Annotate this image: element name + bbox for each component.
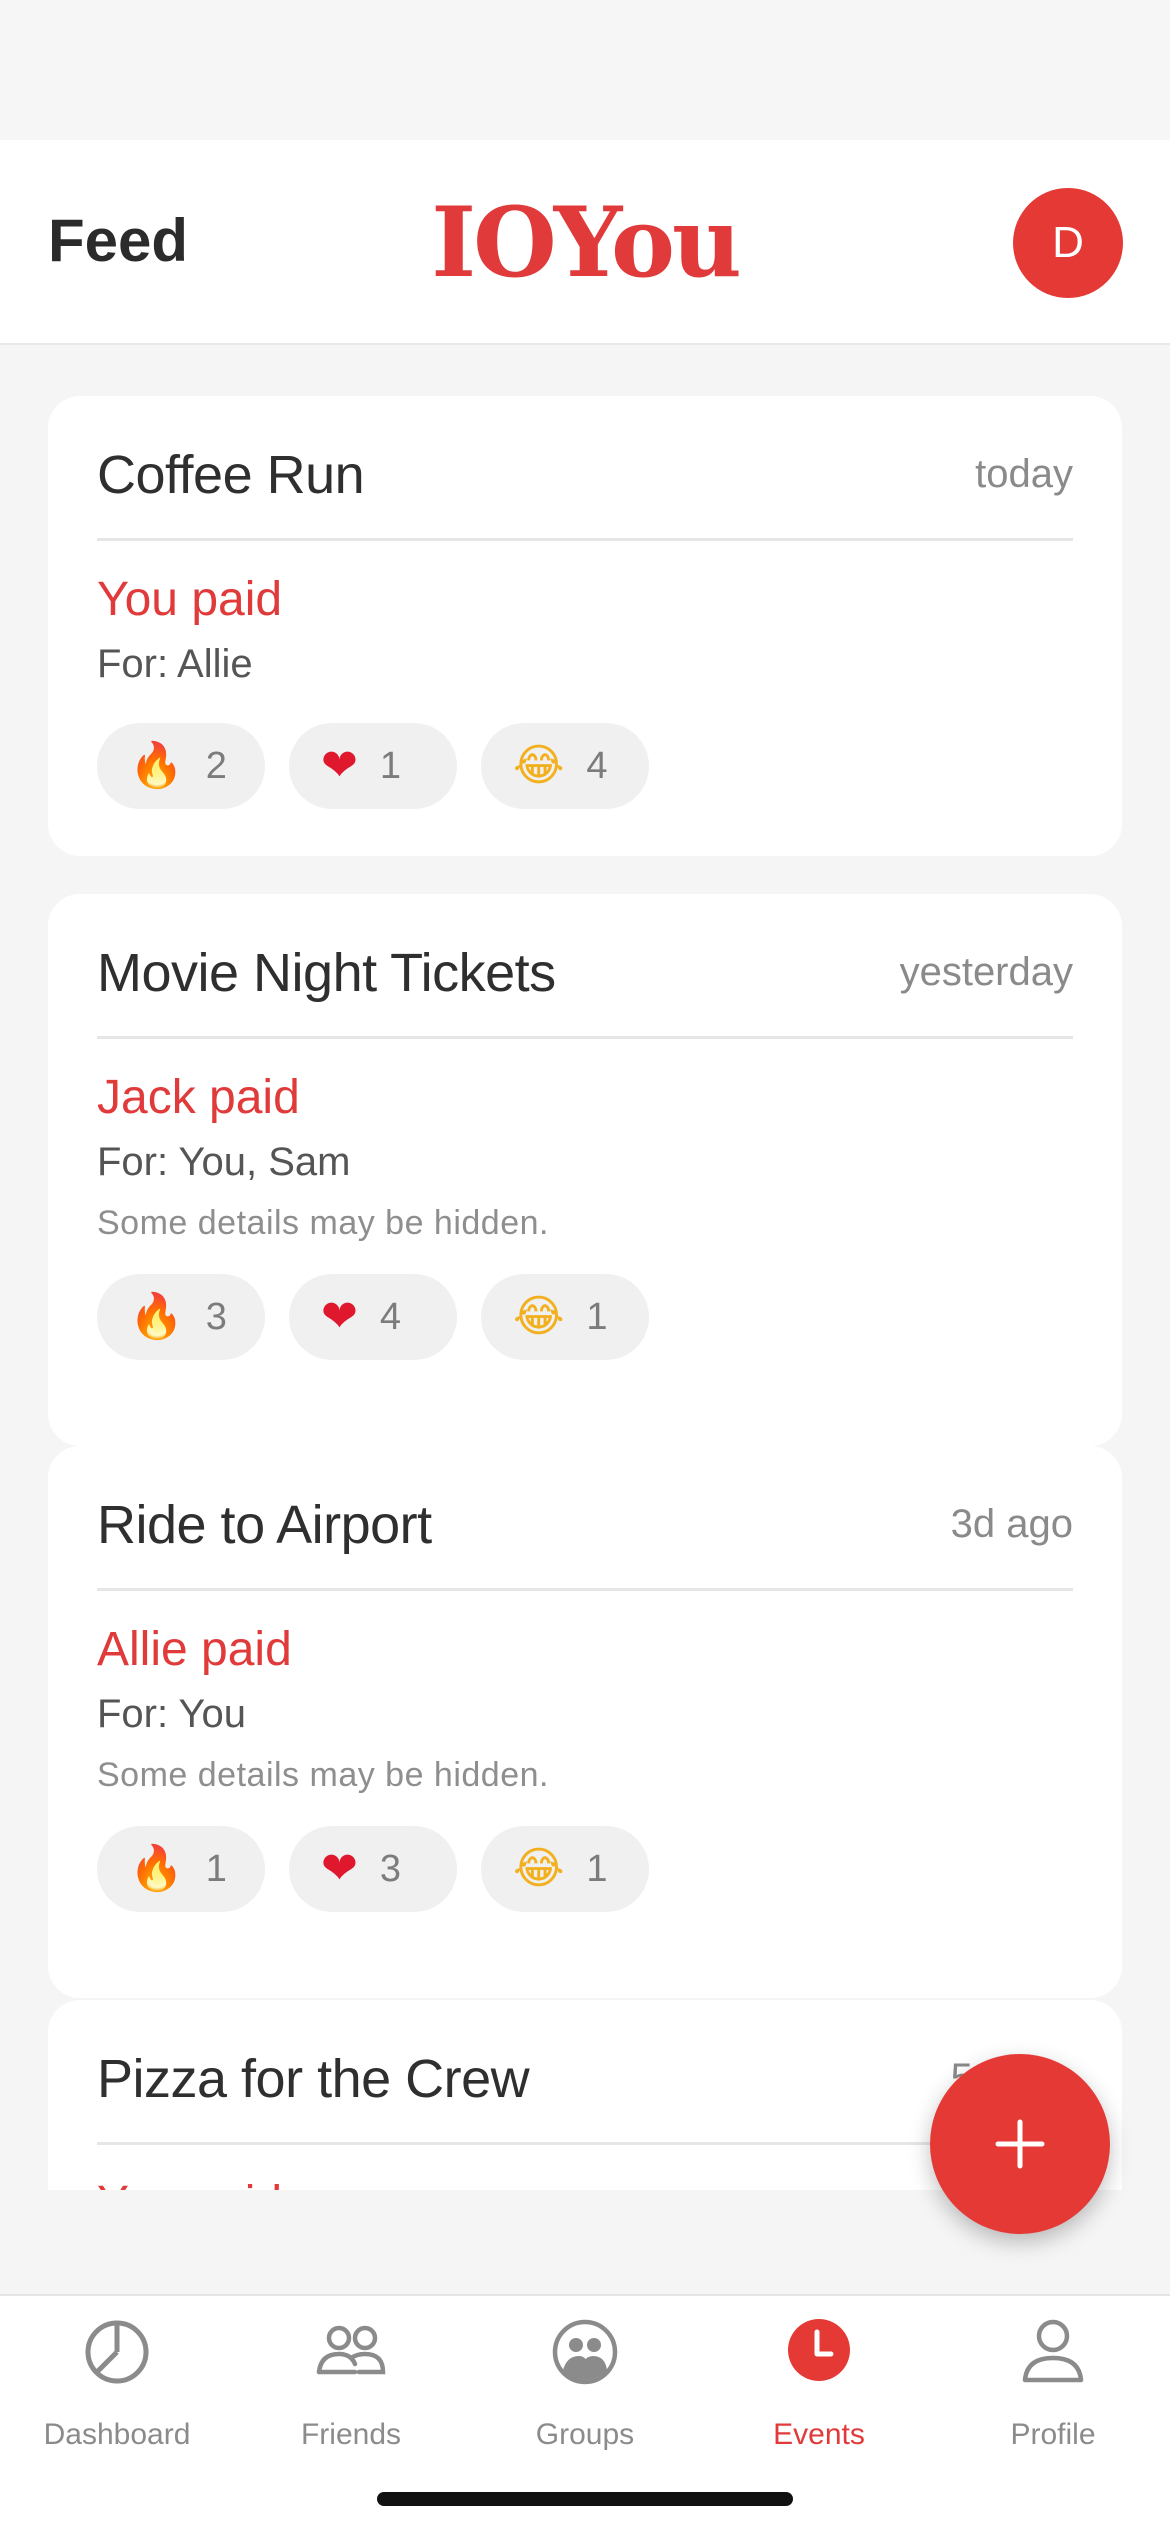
reaction-count: 4: [586, 744, 608, 787]
reaction-count: 1: [379, 744, 402, 787]
event-card[interactable]: Movie Night Tickets yesterday Jack paid …: [48, 894, 1122, 1446]
event-participants: For: You, Sam: [97, 1140, 351, 1184]
reaction-heart-button[interactable]: ❤ 3: [289, 1826, 457, 1912]
tab-dashboard[interactable]: Dashboard: [0, 2314, 234, 2464]
tab-label: Dashboard: [43, 2418, 191, 2451]
privacy-note: Some details may be hidden.: [97, 1756, 549, 1794]
app-logo: IOYou: [431, 186, 742, 299]
tab-label: Events: [773, 2418, 865, 2451]
tab-friends[interactable]: Friends: [234, 2314, 468, 2464]
app-header: Feed IOYou D: [0, 140, 1170, 345]
card-divider: [97, 1588, 1073, 1591]
reaction-laugh-button[interactable]: 😂 1: [481, 1826, 649, 1912]
tab-events[interactable]: Events: [702, 2314, 936, 2464]
event-time: today: [975, 452, 1073, 496]
laughing-emoji-icon: 😂: [513, 740, 565, 791]
reaction-count: 3: [379, 1847, 402, 1890]
event-feed[interactable]: Coffee Run today You paid For: Allie 🔥 2…: [0, 345, 1170, 2190]
laughing-emoji-icon: 😂: [513, 1291, 565, 1342]
add-event-button[interactable]: [930, 2054, 1110, 2234]
privacy-note: Some details may be hidden.: [97, 1204, 549, 1242]
event-title: Pizza for the Crew: [97, 2049, 530, 2109]
card-divider: [97, 2142, 1073, 2145]
event-title: Ride to Airport: [97, 1495, 432, 1555]
event-time: yesterday: [899, 950, 1073, 994]
reaction-count: 4: [379, 1295, 402, 1338]
groups-icon: [552, 2319, 618, 2385]
event-title: Movie Night Tickets: [97, 943, 556, 1003]
avatar[interactable]: D: [1013, 188, 1123, 298]
reaction-fire-button[interactable]: 🔥 2: [97, 723, 265, 809]
pie-chart-icon: [85, 2320, 149, 2384]
tab-groups[interactable]: Groups: [468, 2314, 702, 2464]
heart-emoji-icon: ❤: [321, 1291, 358, 1342]
event-payer: You paid: [97, 573, 283, 626]
reaction-count: 1: [586, 1847, 608, 1890]
fire-emoji-icon: 🔥: [129, 1291, 184, 1342]
reaction-heart-button[interactable]: ❤ 1: [289, 723, 457, 809]
reaction-laugh-button[interactable]: 😂 4: [481, 723, 649, 809]
tab-profile[interactable]: Profile: [936, 2314, 1170, 2464]
event-title: Coffee Run: [97, 445, 365, 505]
laughing-emoji-icon: 😂: [513, 1843, 565, 1894]
reaction-count: 2: [205, 744, 227, 787]
reaction-count: 3: [205, 1295, 227, 1338]
tab-label: Friends: [300, 2418, 402, 2451]
status-bar: [0, 0, 1170, 140]
heart-emoji-icon: ❤: [321, 1843, 358, 1894]
friends-icon: [316, 2325, 386, 2375]
card-divider: [97, 538, 1073, 541]
home-indicator: [377, 2492, 793, 2506]
reaction-fire-button[interactable]: 🔥 1: [97, 1826, 265, 1912]
event-card[interactable]: Coffee Run today You paid For: Allie 🔥 2…: [48, 396, 1122, 856]
card-divider: [97, 1036, 1073, 1039]
event-participants: For: You: [97, 1692, 247, 1736]
tab-label: Groups: [535, 2418, 635, 2451]
event-payer: Jack paid: [97, 1071, 300, 1124]
reaction-laugh-button[interactable]: 😂 1: [481, 1274, 649, 1360]
heart-emoji-icon: ❤: [321, 740, 358, 791]
event-payer: You paid: [97, 2176, 282, 2190]
event-payer: Allie paid: [97, 1623, 292, 1676]
reaction-count: 1: [205, 1847, 227, 1890]
reaction-heart-button[interactable]: ❤ 4: [289, 1274, 457, 1360]
fire-emoji-icon: 🔥: [129, 1843, 184, 1894]
clock-icon: [788, 2319, 850, 2381]
profile-icon: [1022, 2319, 1084, 2383]
reaction-row: 🔥 3 ❤ 4 😂 1: [97, 1274, 649, 1360]
event-card[interactable]: Ride to Airport 3d ago Allie paid For: Y…: [48, 1446, 1122, 1998]
reaction-fire-button[interactable]: 🔥 3: [97, 1274, 265, 1360]
fire-emoji-icon: 🔥: [129, 740, 184, 791]
event-participants: For: Allie: [97, 642, 253, 686]
reaction-count: 1: [586, 1295, 608, 1338]
reaction-row: 🔥 1 ❤ 3 😂 1: [97, 1826, 649, 1912]
plus-icon: [995, 2119, 1045, 2169]
reaction-row: 🔥 2 ❤ 1 😂 4: [97, 723, 649, 809]
event-time: 3d ago: [950, 1502, 1073, 1546]
tab-label: Profile: [1010, 2418, 1096, 2451]
